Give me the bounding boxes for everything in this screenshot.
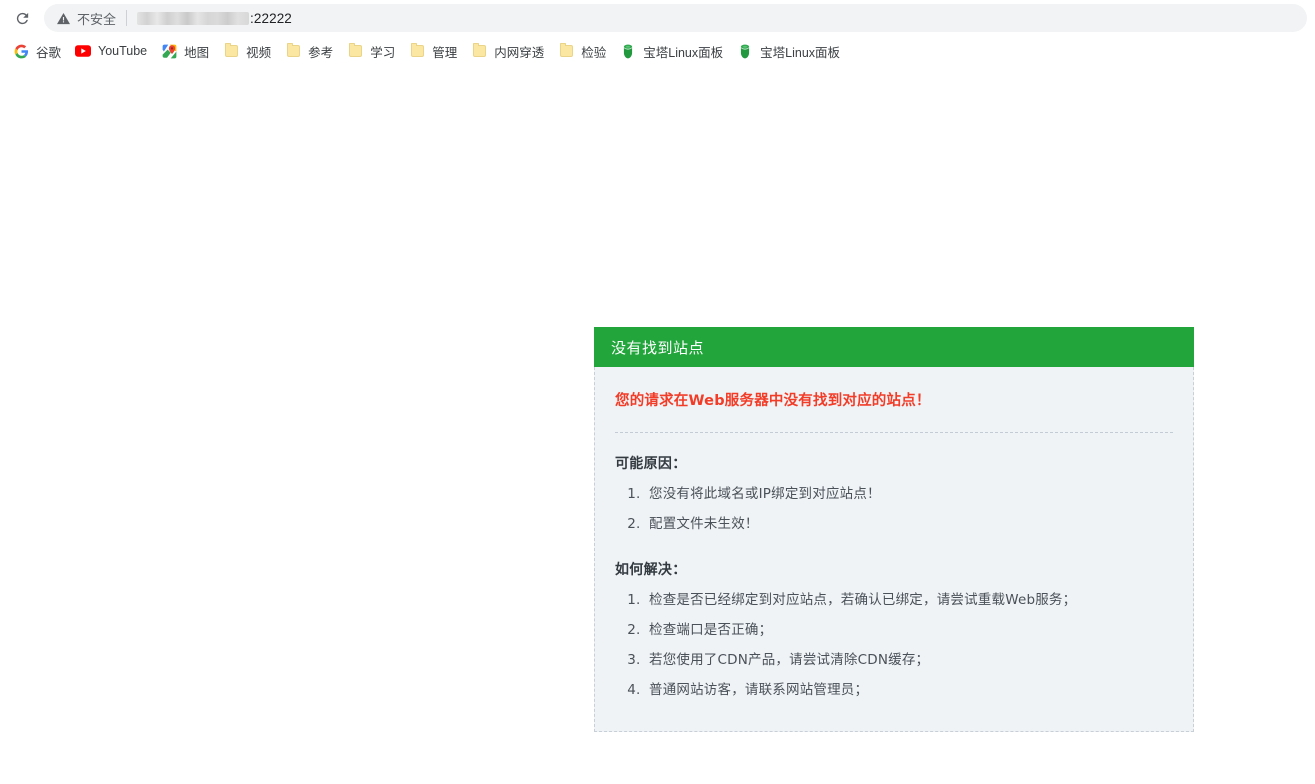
- bookmark-label: 参考: [308, 45, 334, 60]
- folder-icon: [409, 43, 425, 59]
- address-bar[interactable]: 不安全 :22222: [44, 4, 1307, 32]
- omnibox-divider: [126, 10, 128, 26]
- folder-icon: [558, 43, 574, 59]
- panel-title: 没有找到站点: [611, 338, 705, 357]
- bookmark-youtube[interactable]: YouTube: [68, 39, 154, 63]
- bookmark-label: 地图: [184, 45, 210, 60]
- bookmark-label: 检验: [581, 45, 607, 60]
- url-port-text: :22222: [250, 10, 292, 26]
- page-viewport: 没有找到站点 您的请求在Web服务器中没有找到对应的站点！ 可能原因： 您没有将…: [0, 66, 1315, 784]
- bt-panel-icon: [737, 43, 753, 59]
- reload-icon: [16, 12, 28, 24]
- list-item: 检查是否已经绑定到对应站点，若确认已绑定，请尝试重载Web服务；: [645, 585, 1173, 615]
- browser-chrome: 不安全 :22222 谷歌 YouTube 地图 视频 参考 学习 管理 内网穿…: [0, 0, 1315, 66]
- bookmarks-bar: 谷歌 YouTube 地图 视频 参考 学习 管理 内网穿透 检验 宝塔Linu…: [0, 36, 1315, 66]
- list-item: 若您使用了CDN产品，请尝试清除CDN缓存；: [645, 645, 1173, 675]
- bookmark-maps[interactable]: 地图: [154, 39, 216, 63]
- list-item: 检查端口是否正确；: [645, 615, 1173, 645]
- reload-button[interactable]: [8, 4, 36, 32]
- url-text[interactable]: :22222: [137, 11, 292, 26]
- bookmark-folder-video[interactable]: 视频: [216, 39, 278, 63]
- folder-icon: [223, 43, 239, 59]
- url-host-redacted: [137, 11, 250, 25]
- bookmark-label: 学习: [370, 45, 396, 60]
- warning-triangle-icon: [57, 12, 70, 24]
- list-item: 普通网站访客，请联系网站管理员；: [645, 675, 1173, 705]
- bookmark-folder-study[interactable]: 学习: [340, 39, 402, 63]
- panel-header: 没有找到站点: [594, 327, 1194, 367]
- folder-icon: [285, 43, 301, 59]
- possible-reasons-heading: 可能原因：: [615, 456, 687, 472]
- bookmark-bt-panel-1[interactable]: 宝塔Linux面板: [613, 39, 730, 63]
- google-maps-icon: [161, 43, 177, 59]
- error-alert-text: 您的请求在Web服务器中没有找到对应的站点！: [615, 393, 931, 409]
- bookmark-folder-reference[interactable]: 参考: [278, 39, 340, 63]
- bookmark-label: 管理: [432, 45, 458, 60]
- panel-body: 您的请求在Web服务器中没有找到对应的站点！ 可能原因： 您没有将此域名或IP绑…: [594, 367, 1194, 732]
- bt-panel-icon: [620, 43, 636, 59]
- google-g-icon: [13, 43, 29, 59]
- bookmark-label: 内网穿透: [494, 45, 545, 60]
- solutions-list: 检查是否已经绑定到对应站点，若确认已绑定，请尝试重载Web服务； 检查端口是否正…: [615, 585, 1173, 705]
- bookmark-label: YouTube: [98, 44, 148, 58]
- site-not-found-panel: 没有找到站点 您的请求在Web服务器中没有找到对应的站点！ 可能原因： 您没有将…: [594, 327, 1194, 732]
- bookmark-label: 视频: [246, 45, 272, 60]
- security-status-chip[interactable]: 不安全: [56, 9, 116, 28]
- panel-divider: [615, 432, 1173, 433]
- bookmark-label: 谷歌: [36, 45, 62, 60]
- youtube-icon: [75, 43, 92, 59]
- folder-icon: [347, 43, 363, 59]
- folder-icon: [471, 43, 487, 59]
- security-status-label: 不安全: [77, 11, 117, 27]
- bookmark-label: 宝塔Linux面板: [643, 45, 724, 60]
- solutions-heading: 如何解决：: [615, 562, 687, 578]
- browser-toolbar: 不安全 :22222: [0, 0, 1315, 36]
- bookmark-folder-management[interactable]: 管理: [402, 39, 464, 63]
- list-item: 配置文件未生效！: [645, 509, 1173, 539]
- bookmark-label: 宝塔Linux面板: [760, 45, 841, 60]
- bookmark-folder-inspection[interactable]: 检验: [551, 39, 613, 63]
- possible-reasons-list: 您没有将此域名或IP绑定到对应站点！ 配置文件未生效！: [615, 479, 1173, 539]
- bookmark-bt-panel-2[interactable]: 宝塔Linux面板: [730, 39, 847, 63]
- solutions-block: 如何解决： 检查是否已经绑定到对应站点，若确认已绑定，请尝试重载Web服务； 检…: [615, 559, 1173, 705]
- bookmark-google[interactable]: 谷歌: [6, 39, 68, 63]
- bookmark-folder-intranet[interactable]: 内网穿透: [464, 39, 551, 63]
- list-item: 您没有将此域名或IP绑定到对应站点！: [645, 479, 1173, 509]
- possible-reasons-block: 可能原因： 您没有将此域名或IP绑定到对应站点！ 配置文件未生效！: [615, 453, 1173, 539]
